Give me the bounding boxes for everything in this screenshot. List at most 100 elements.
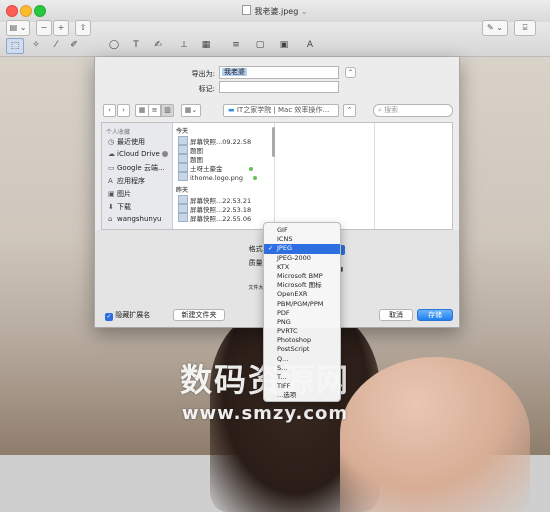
menu-item[interactable]: PostScript xyxy=(264,345,340,354)
sidebar-item-pictures[interactable]: ▣ 图片 xyxy=(108,189,131,199)
border-color-icon[interactable]: ▢ xyxy=(252,38,268,52)
shape-style-icon[interactable]: ≡ xyxy=(228,38,244,52)
column-view-button[interactable]: ▥ xyxy=(161,104,174,117)
forward-button[interactable]: › xyxy=(117,104,130,117)
green-tag-icon xyxy=(253,176,258,180)
image-file-icon xyxy=(178,163,188,172)
window-title[interactable]: 我老婆.jpeg ⌄ xyxy=(0,5,550,17)
list-item[interactable]: ithome.logo.png xyxy=(178,172,258,182)
icon-view-button[interactable]: ▦ xyxy=(135,104,148,117)
menu-item[interactable]: PBM/PGM/PPM xyxy=(264,300,340,309)
sidebar-item-home[interactable]: ⌂ wangshunyu xyxy=(108,215,161,223)
menu-item[interactable]: Microsoft 图标 xyxy=(264,281,340,290)
file-column: 今天 屏幕快照...09.22.58 题图 题图 土呀土豪金 ithome.lo… xyxy=(172,123,275,229)
save-as-label: 导出为: xyxy=(191,70,215,78)
sidebar-item-recents[interactable]: ◷ 最近使用 xyxy=(108,137,145,147)
format-menu: GIF ICNS ✓ JPEG JPEG-2000 KTX Microsoft B… xyxy=(263,222,341,402)
file-browser: 个人收藏 ◷ 最近使用 ☁ iCloud Drive ▭ Google 云端... A… xyxy=(101,122,453,230)
menu-item[interactable]: OpenEXR xyxy=(264,290,340,299)
menu-item[interactable]: ...选项 xyxy=(264,391,340,400)
menu-item-selected[interactable]: ✓ JPEG xyxy=(264,244,340,254)
markup-pen-button[interactable]: ✎ ⌄ xyxy=(482,20,508,36)
menu-item[interactable]: TIFF xyxy=(264,382,340,391)
today-heading: 今天 xyxy=(176,128,189,135)
menu-item[interactable]: Microsoft BMP xyxy=(264,272,340,281)
toolbox-button[interactable]: ⌸ xyxy=(514,20,536,36)
tags-label: 标记: xyxy=(198,85,215,93)
sketch-tool-icon[interactable]: ⁄ xyxy=(48,38,64,52)
pictures-icon: ▣ xyxy=(108,190,115,198)
hide-extension-checkbox[interactable]: ✓ 隐藏扩展名 xyxy=(105,310,150,321)
document-icon xyxy=(242,5,252,15)
quality-label: 质量: xyxy=(248,259,265,267)
icloud-icon: ☁ xyxy=(108,150,115,158)
location-chevron-icon[interactable]: ⌃ xyxy=(343,104,356,117)
adjust-color-icon[interactable]: ⟂ xyxy=(176,38,192,52)
menu-item[interactable]: S... xyxy=(264,364,340,373)
search-icon: ⌕ xyxy=(378,106,382,114)
format-label: 格式: xyxy=(248,245,265,253)
applications-icon: A xyxy=(108,177,113,185)
home-icon: ⌂ xyxy=(108,215,113,223)
title-chevron-down-icon[interactable]: ⌄ xyxy=(301,7,308,16)
checkmark-icon: ✓ xyxy=(268,244,274,253)
sidebar-item-google[interactable]: ▭ Google 云端... xyxy=(108,163,165,173)
icloud-status-icon xyxy=(162,151,169,157)
draw-tool-icon[interactable]: ✐ xyxy=(66,38,82,52)
sidebar-view-button[interactable]: ▤ ⌄ xyxy=(6,20,30,36)
recents-icon: ◷ xyxy=(108,138,115,146)
save-as-field[interactable]: 我老婆 xyxy=(219,66,339,79)
checkmark-icon: ✓ xyxy=(105,313,113,321)
downloads-icon: ⬇ xyxy=(108,203,114,211)
adjust-size-icon[interactable]: ▦ xyxy=(198,38,214,52)
menu-item[interactable]: PDF xyxy=(264,309,340,318)
back-button[interactable]: ‹ xyxy=(103,104,116,117)
menu-item[interactable]: PNG xyxy=(264,318,340,327)
preview-column xyxy=(274,123,375,229)
text-style-icon[interactable]: A xyxy=(302,38,318,52)
save-button[interactable]: 存储 xyxy=(417,309,453,321)
text-tool-icon[interactable]: T xyxy=(128,38,144,52)
expand-dialog-button[interactable]: ⌃ xyxy=(345,67,356,78)
location-popup[interactable]: ▬ IT之家学院 | Mac 效率操作… xyxy=(223,104,339,117)
search-field[interactable]: ⌕ 搜索 xyxy=(373,104,453,117)
sign-tool-icon[interactable]: ✍ xyxy=(150,38,166,52)
sidebar-item-applications[interactable]: A 应用程序 xyxy=(108,176,145,186)
menu-item[interactable]: Q... xyxy=(264,355,340,364)
list-view-button[interactable]: ≡ xyxy=(148,104,161,117)
menu-item[interactable]: JPEG-2000 xyxy=(264,254,340,263)
yesterday-heading: 昨天 xyxy=(176,187,189,194)
zoom-in-button[interactable]: + xyxy=(53,20,69,36)
zoom-out-button[interactable]: − xyxy=(36,20,52,36)
shapes-icon[interactable]: ◯ xyxy=(106,38,122,52)
share-button[interactable]: ⇧ xyxy=(75,20,91,36)
menu-item[interactable]: GIF xyxy=(264,226,340,235)
image-file-icon xyxy=(178,136,188,145)
empty-column xyxy=(374,123,452,229)
sidebar: 个人收藏 ◷ 最近使用 ☁ iCloud Drive ▭ Google 云端... A… xyxy=(102,123,173,229)
instant-alpha-icon[interactable]: ✧ xyxy=(28,38,44,52)
sidebar-heading: 个人收藏 xyxy=(106,129,131,136)
green-tag-icon xyxy=(248,167,253,171)
tags-field[interactable] xyxy=(219,81,339,93)
image-file-icon xyxy=(178,154,188,163)
list-item[interactable]: 屏幕快照...22.55.06 xyxy=(178,213,251,223)
menu-item[interactable]: PVRTC xyxy=(264,327,340,336)
folder-icon: ▬ xyxy=(228,106,235,114)
image-file-icon xyxy=(178,213,188,222)
selection-tool-icon[interactable]: ⬚ xyxy=(6,38,24,54)
sidebar-item-icloud[interactable]: ☁ iCloud Drive xyxy=(108,150,169,158)
image-file-icon xyxy=(178,145,188,154)
sidebar-item-downloads[interactable]: ⬇ 下载 xyxy=(108,202,131,212)
cancel-button[interactable]: 取消 xyxy=(379,309,413,321)
menu-item[interactable]: Photoshop xyxy=(264,336,340,345)
title-bar: 我老婆.jpeg ⌄ xyxy=(0,0,550,22)
image-file-icon xyxy=(178,172,188,181)
menu-item[interactable]: T... xyxy=(264,373,340,382)
menu-item[interactable]: KTX xyxy=(264,263,340,272)
folder-icon: ▭ xyxy=(108,164,115,172)
gallery-view-button[interactable]: ▦⌄ xyxy=(181,104,201,117)
menu-item[interactable]: ICNS xyxy=(264,235,340,244)
new-folder-button[interactable]: 新建文件夹 xyxy=(173,309,225,321)
fill-color-icon[interactable]: ▣ xyxy=(276,38,292,52)
